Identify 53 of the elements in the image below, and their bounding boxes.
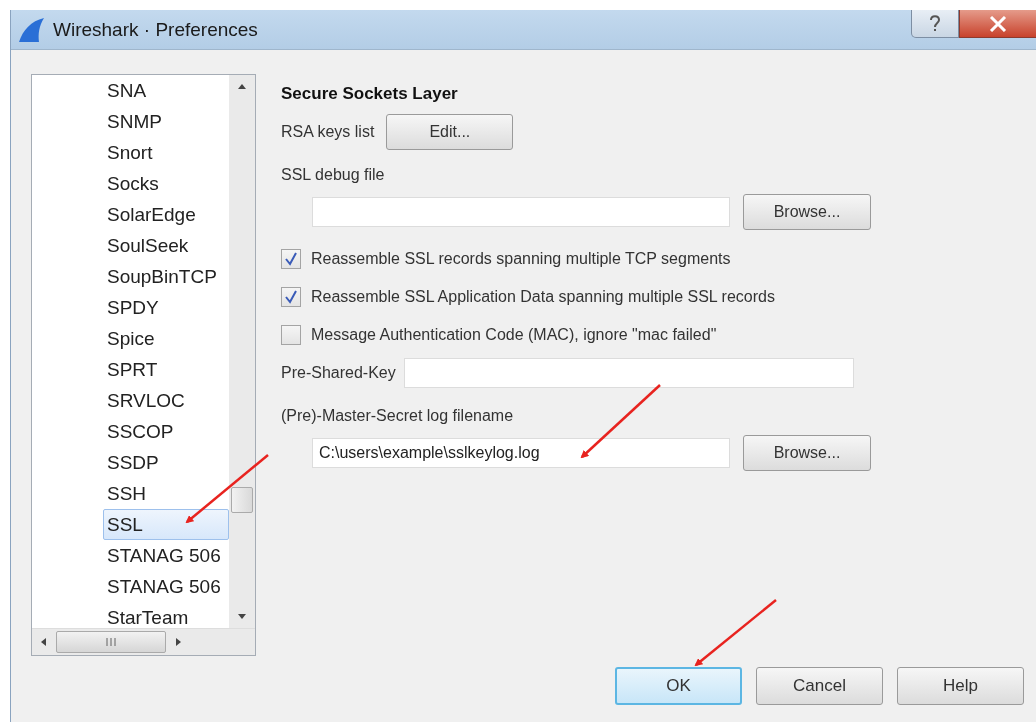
list-item[interactable]: SRVLOC <box>32 385 229 416</box>
scroll-thumb[interactable] <box>56 631 166 653</box>
list-item[interactable]: SNA <box>32 75 229 106</box>
list-item[interactable]: SPDY <box>32 292 229 323</box>
edit-button[interactable]: Edit... <box>386 114 514 150</box>
list-item[interactable]: SoulSeek <box>32 230 229 261</box>
field-label: SSL debug file <box>281 166 385 184</box>
list-item[interactable]: STANAG 506 <box>32 540 229 571</box>
file-path-field[interactable] <box>312 197 730 227</box>
key-field[interactable] <box>403 358 854 388</box>
list-item[interactable]: SPRT <box>32 354 229 385</box>
list-item[interactable]: SSCOP <box>32 416 229 447</box>
section-heading: Secure Sockets Layer <box>281 83 459 105</box>
field-label: RSA keys list <box>281 123 375 141</box>
scroll-up-icon[interactable] <box>237 83 247 89</box>
grip-icon <box>105 638 117 646</box>
checkbox-label: Message Authentication Code (MAC), ignore "mac failed" <box>311 326 717 344</box>
horizontal-scrollbar[interactable] <box>32 628 255 655</box>
list-item[interactable]: SNMP <box>32 106 229 137</box>
checkbox-label: Reassemble SSL Application Data spanning multiple SSL records <box>311 288 775 306</box>
scroll-right-icon[interactable] <box>176 637 182 647</box>
dialog-button[interactable]: Help <box>897 667 1024 705</box>
list-item[interactable]: SSDP <box>32 447 229 478</box>
list-item[interactable]: SolarEdge <box>32 199 229 230</box>
list-item[interactable]: SoupBinTCP <box>32 261 229 292</box>
scroll-down-icon[interactable] <box>237 614 247 620</box>
checkbox-label: Reassemble SSL records spanning multiple TCP segments <box>311 250 731 268</box>
close-button[interactable] <box>959 10 1036 38</box>
checkbox[interactable] <box>281 287 301 307</box>
close-icon <box>989 15 1007 32</box>
field-label: (Pre)-Master-Secret log filename <box>281 407 514 425</box>
list-item[interactable]: Socks <box>32 168 229 199</box>
checkbox[interactable] <box>281 249 301 269</box>
list-item[interactable]: SSL <box>103 509 229 540</box>
scroll-left-icon[interactable] <box>40 637 46 647</box>
browse-button[interactable]: Browse... <box>743 435 871 471</box>
dialog-button[interactable]: OK <box>615 667 742 705</box>
dialog-button[interactable]: Cancel <box>756 667 883 705</box>
field-label: Pre-Shared-Key <box>281 364 396 382</box>
file-path-field[interactable]: C:\users\example\sslkeylog.log <box>312 438 730 468</box>
list-item[interactable]: StarTeam <box>32 602 229 628</box>
list-item[interactable]: SSH <box>32 478 229 509</box>
fin-logo-icon <box>17 15 45 44</box>
list-item[interactable]: Spice <box>32 323 229 354</box>
scroll-thumb[interactable] <box>231 487 253 513</box>
window-title: Wireshark · Preferences <box>53 18 258 41</box>
list-item[interactable]: STANAG 506 <box>32 571 229 602</box>
checkbox[interactable] <box>281 325 301 345</box>
browse-button[interactable]: Browse... <box>743 194 871 230</box>
help-icon <box>928 13 942 34</box>
vertical-scrollbar[interactable] <box>229 75 255 628</box>
list-item[interactable]: Snort <box>32 137 229 168</box>
help-button[interactable] <box>911 10 959 38</box>
